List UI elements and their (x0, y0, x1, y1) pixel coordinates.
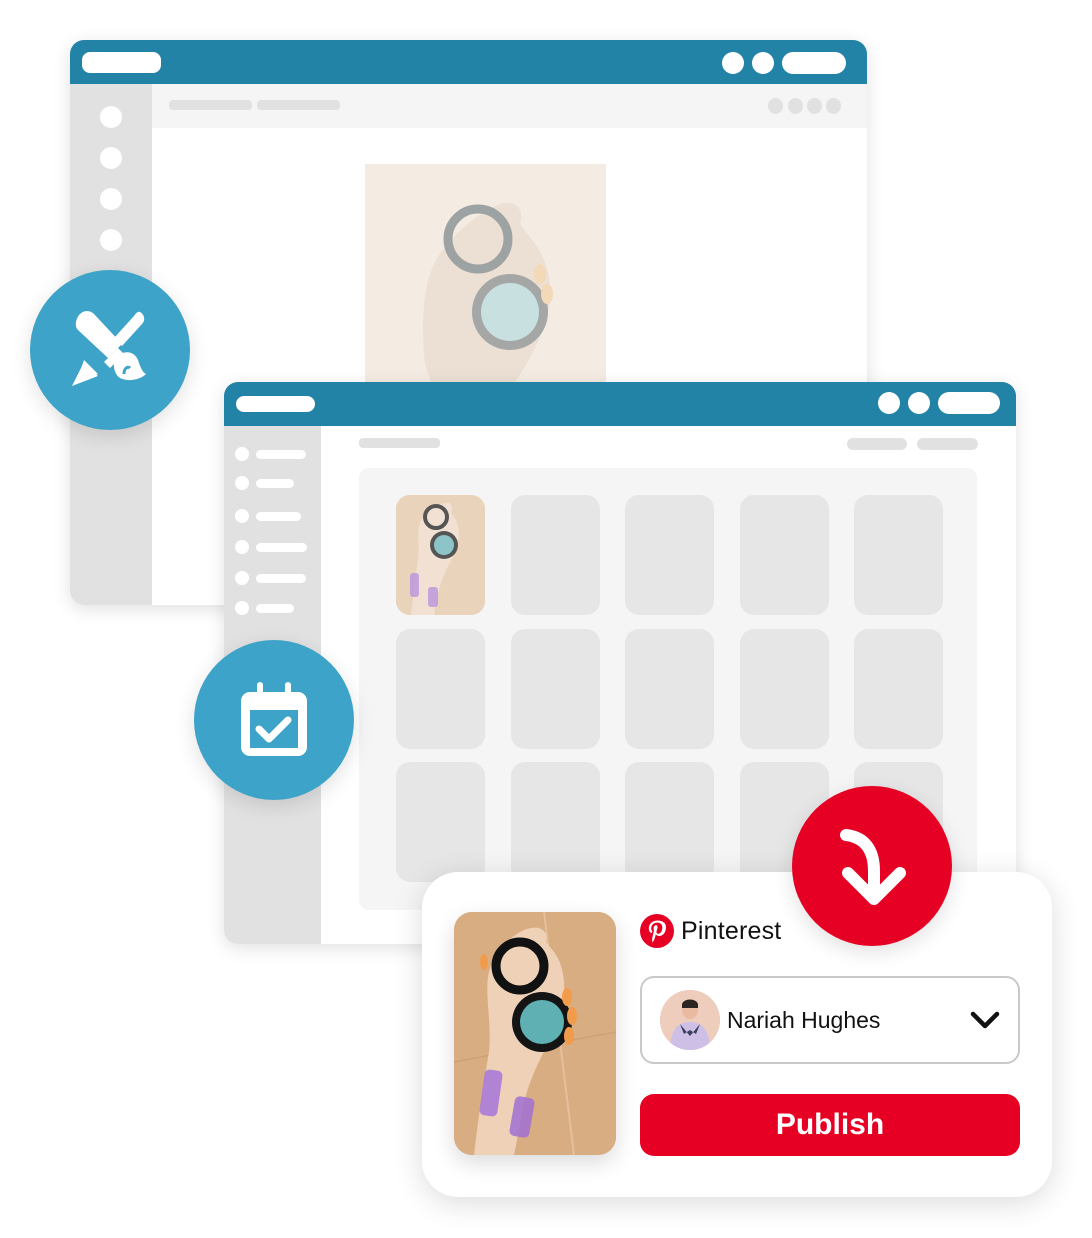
window-control-dot[interactable] (878, 392, 900, 414)
empty-pin-tile[interactable] (625, 762, 714, 882)
publish-button[interactable]: Publish (640, 1094, 1020, 1156)
sidebar-item-label (256, 574, 306, 583)
window-control-pill[interactable] (938, 392, 1000, 414)
title-bar (224, 382, 1016, 426)
empty-pin-tile[interactable] (396, 628, 485, 749)
platform-name: Pinterest (681, 916, 782, 945)
publish-card: Pinterest Nariah Hughes Publish (422, 872, 1052, 1197)
empty-pin-tile[interactable] (625, 628, 714, 749)
window-control-dot[interactable] (752, 52, 774, 74)
window-control-dot[interactable] (908, 392, 930, 414)
title-placeholder (82, 52, 161, 73)
publish-feature-badge (792, 786, 952, 946)
avatar (660, 990, 720, 1050)
empty-pin-tile[interactable] (625, 495, 714, 615)
toolbar-dot[interactable] (807, 98, 822, 114)
toolbar-button-placeholder[interactable] (847, 438, 907, 450)
pinterest-logo-icon (640, 914, 674, 948)
breadcrumb-placeholder (257, 100, 340, 110)
account-dropdown[interactable]: Nariah Hughes (640, 976, 1020, 1064)
scheduled-pin-tile[interactable] (396, 495, 485, 615)
sidebar-item-label (256, 512, 301, 521)
empty-pin-tile[interactable] (739, 628, 829, 749)
sidebar-icon[interactable] (100, 106, 122, 128)
pin-image (454, 912, 616, 1155)
curved-arrow-down-icon (840, 829, 906, 905)
sidebar-item-icon (235, 571, 249, 585)
platform-label: Pinterest (640, 913, 781, 949)
sidebar-item-icon (235, 540, 249, 554)
page-title-placeholder (359, 438, 440, 448)
toolbar-dot[interactable] (826, 98, 841, 114)
breadcrumb-placeholder (169, 100, 252, 110)
sidebar-icon[interactable] (100, 229, 122, 251)
schedule-feature-badge (194, 640, 354, 800)
toolbar-button-placeholder[interactable] (917, 438, 978, 450)
empty-pin-tile[interactable] (854, 495, 943, 615)
window-control-dot[interactable] (722, 52, 744, 74)
edit-feature-badge (30, 270, 190, 430)
sidebar-item-icon (235, 476, 249, 490)
sidebar-item-icon (235, 509, 249, 523)
empty-pin-tile[interactable] (510, 762, 600, 882)
calendar-check-icon (241, 682, 307, 756)
window-control-pill[interactable] (782, 52, 846, 74)
empty-pin-tile[interactable] (854, 628, 943, 749)
toolbar-dot[interactable] (768, 98, 783, 114)
title-bar (70, 40, 867, 84)
empty-pin-tile[interactable] (739, 495, 829, 615)
sidebar-item-label (256, 604, 294, 613)
pencil-brush-icon (72, 311, 146, 386)
toolbar (152, 84, 867, 128)
sidebar-item-label (256, 543, 307, 552)
empty-pin-tile[interactable] (510, 628, 600, 749)
account-name: Nariah Hughes (727, 1006, 881, 1033)
sidebar-item-icon (235, 447, 249, 461)
sidebar-item-label (256, 450, 306, 459)
chevron-down-icon[interactable] (970, 1008, 1000, 1032)
sidebar-item-label (256, 479, 294, 488)
empty-pin-tile[interactable] (396, 762, 485, 882)
sidebar-icon[interactable] (100, 188, 122, 210)
toolbar-dot[interactable] (788, 98, 803, 114)
sidebar-icon[interactable] (100, 147, 122, 169)
empty-pin-tile[interactable] (510, 495, 600, 615)
hero-image (365, 164, 606, 394)
title-placeholder (236, 396, 315, 412)
sidebar-item-icon (235, 601, 249, 615)
